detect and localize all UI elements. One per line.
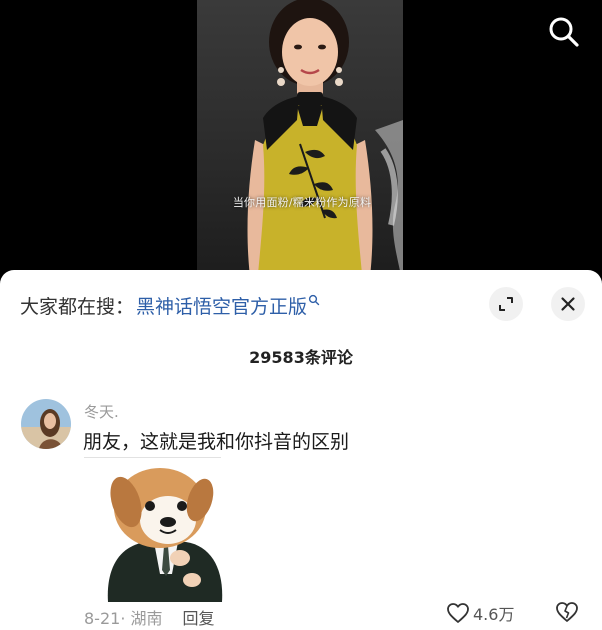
search-icon[interactable] — [308, 294, 320, 306]
dislike-button[interactable] — [555, 601, 579, 627]
close-icon — [561, 297, 575, 311]
trending-prefix: 大家都在搜： — [20, 295, 135, 318]
search-icon[interactable] — [546, 14, 582, 50]
woman-in-qipao-illustration — [247, 0, 403, 285]
close-button[interactable] — [551, 287, 585, 321]
comment-text: 朋友，这就是我和你抖音的区别 — [83, 431, 350, 453]
expand-icon — [499, 297, 513, 311]
trending-search-link[interactable]: 黑神话悟空官方正版 — [136, 292, 307, 319]
puppy-sticker[interactable] — [88, 462, 238, 602]
avatar[interactable] — [21, 399, 71, 449]
comment-username[interactable]: 冬天. — [84, 401, 119, 422]
comment-date-location: 8-21· 湖南 — [84, 609, 163, 628]
trending-search-bar: 大家都在搜： 黑神话悟空官方正版 — [20, 290, 320, 320]
like-count: 4.6万 — [473, 605, 515, 624]
comment-divider — [84, 457, 221, 458]
reply-button[interactable]: 回复 — [183, 605, 215, 629]
comment-meta: 8-21· 湖南 回复 — [84, 605, 215, 629]
video-frame — [197, 0, 403, 285]
like-button[interactable]: 4.6万 — [446, 601, 514, 625]
video-caption: 当你用面粉/糯米粉作为原料 — [232, 196, 372, 209]
heart-icon — [447, 603, 469, 623]
comment-sheet: 大家都在搜： 黑神话悟空官方正版 29583条评论 冬天. 朋友，这就是我和你抖… — [0, 270, 602, 630]
video-player[interactable]: 当你用面粉/糯米粉作为原料 — [0, 0, 602, 285]
expand-button[interactable] — [489, 287, 523, 321]
broken-heart-icon — [556, 602, 578, 622]
comment-count: 29583条评论 — [249, 348, 353, 367]
